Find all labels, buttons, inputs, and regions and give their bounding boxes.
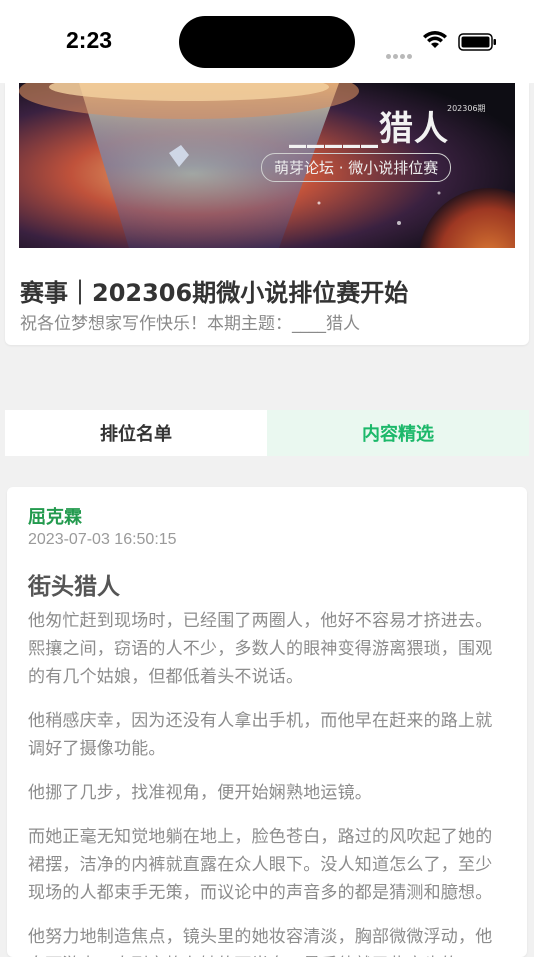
banner-badge: 202306期 bbox=[447, 104, 486, 113]
story-body: 他匆忙赶到现场时，已经围了两圈人，他好不容易才挤进去。熙攘之间，窃语的人不少，多… bbox=[28, 607, 506, 957]
story-paragraph: 他努力地制造焦点，镜头里的她妆容清淡，胸部微微浮动，他自下游走，直到定格在她的下… bbox=[28, 927, 493, 957]
post-card[interactable]: 屈克霖 2023-07-03 16:50:15 街头猎人 他匆忙赶到现场时，已经… bbox=[7, 487, 527, 957]
signal-dots-icon bbox=[386, 44, 416, 59]
tab-bar: 排位名单 内容精选 bbox=[5, 410, 529, 456]
dynamic-island bbox=[179, 16, 355, 68]
story-paragraph: 他匆忙赶到现场时，已经围了两圈人，他好不容易才挤进去。熙攘之间，窃语的人不少，多… bbox=[28, 611, 493, 687]
banner-title: _____猎人 bbox=[289, 109, 449, 149]
status-time: 2:23 bbox=[66, 27, 113, 53]
event-title[interactable]: 赛事｜202306期微小说排位赛开始 bbox=[20, 273, 408, 308]
banner-subtitle: 萌芽论坛 · 微小说排位赛 bbox=[261, 153, 452, 182]
story-title: 街头猎人 bbox=[28, 574, 120, 600]
story-paragraph: 他挪了几步，找准视角，便开始娴熟地运镜。 bbox=[28, 783, 372, 803]
story-paragraph: 他稍感庆幸，因为还没有人拿出手机，而他早在赶来的路上就调好了摄像功能。 bbox=[28, 711, 493, 759]
event-subtitle: 祝各位梦想家写作快乐！本期主题：____猎人 bbox=[20, 314, 360, 334]
author-name[interactable]: 屈克霖 bbox=[28, 503, 82, 529]
event-banner-image[interactable]: _____猎人 202306期 萌芽论坛 · 微小说排位赛 bbox=[19, 83, 515, 248]
tab-ranking[interactable]: 排位名单 bbox=[5, 410, 267, 456]
battery-icon bbox=[458, 33, 496, 51]
status-bar: 2:23 bbox=[0, 0, 534, 83]
tab-featured[interactable]: 内容精选 bbox=[267, 410, 529, 456]
wifi-icon bbox=[423, 31, 447, 48]
event-card[interactable]: _____猎人 202306期 萌芽论坛 · 微小说排位赛 赛事｜202306期… bbox=[5, 83, 529, 345]
story-paragraph: 而她正毫无知觉地躺在地上，脸色苍白，路过的风吹起了她的裙摆，洁净的内裤就直露在众… bbox=[28, 827, 493, 903]
post-timestamp: 2023-07-03 16:50:15 bbox=[28, 531, 177, 548]
